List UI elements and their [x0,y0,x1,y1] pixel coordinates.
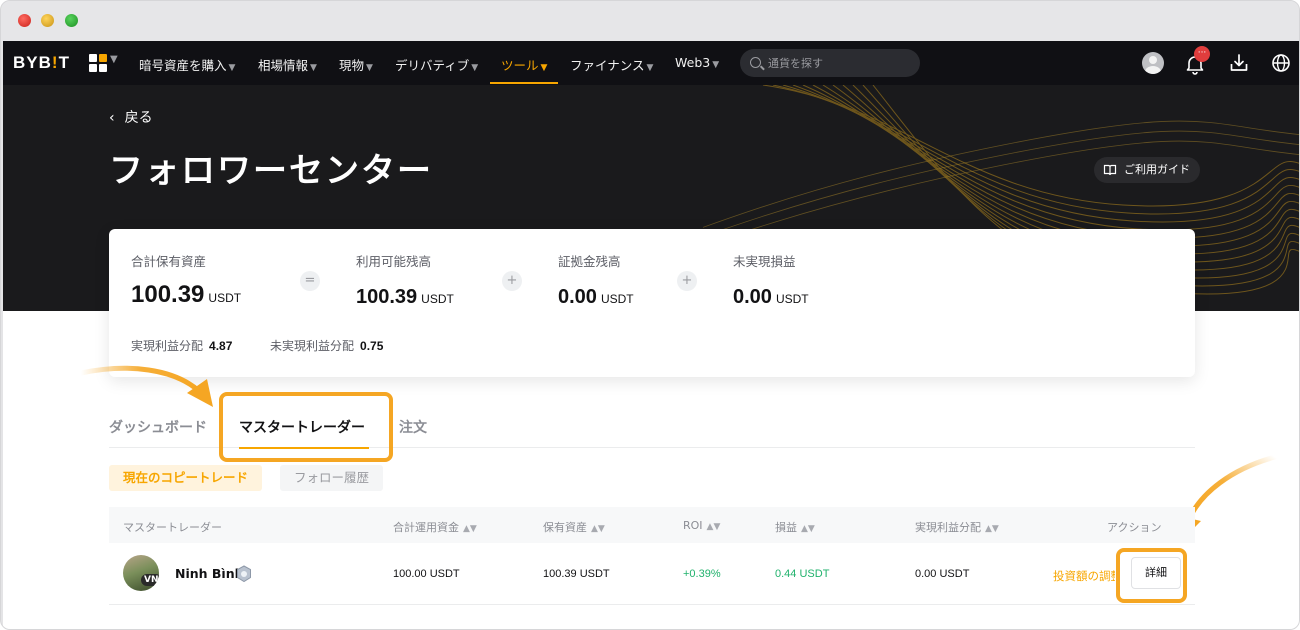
total-invest-cell: 100.00 USDT [393,568,460,580]
sort-icon: ▲▼ [801,524,815,534]
bybit-logo[interactable]: BYB!T [13,53,70,73]
unit-label: USDT [421,292,454,306]
chevron-left-icon: ‹ [109,110,115,126]
equals-icon: = [300,271,320,291]
apps-grid-icon[interactable] [89,54,107,72]
nav-item-label: ファイナンス [570,58,645,73]
globe-icon[interactable] [1270,52,1292,74]
trader-badge-icon [237,565,251,583]
unrealized-pnl-amount: 0.00 [733,286,772,308]
highlight-master-traders-tab [219,392,393,462]
search-icon [750,57,761,68]
nav-item-derivatives[interactable]: デリバティブ ▼ [395,55,478,74]
nav-item-label: デリバティブ [395,58,470,73]
sort-icon: ▲▼ [985,524,999,534]
logo-text-end: T [58,53,70,72]
table-row: VN Ninh Bình 100.00 USDT 100.39 USDT +0.… [109,543,1195,605]
column-header-holding[interactable]: 保有資産 ▲▼ [543,519,605,535]
window-titlebar [1,1,1299,41]
search-input[interactable] [768,54,908,72]
sort-icon: ▲▼ [463,524,477,534]
annotation-arrow-tabs [79,365,213,407]
unrealized-pnl-label: 未実現損益 [733,254,796,269]
nav-item-label: ツール [501,58,539,73]
column-header-total-invest[interactable]: 合計運用資金 ▲▼ [393,519,477,535]
notification-badge: ··· [1194,46,1210,62]
trader-name[interactable]: Ninh Bình [175,566,244,581]
available-balance-amount: 100.39 [356,286,418,308]
adjust-investment-link[interactable]: 投資額の調整 [1053,568,1115,584]
margin-balance-amount: 0.00 [558,286,597,308]
available-balance-label: 利用可能残高 [356,254,432,269]
column-header-pnl[interactable]: 損益 ▲▼ [775,519,815,535]
user-guide-button[interactable]: ご利用ガイド [1094,157,1200,183]
margin-balance-value: 0.00 USDT [558,286,634,309]
nav-item-finance[interactable]: ファイナンス ▼ [570,55,653,74]
realized-share-cell: 0.00 USDT [915,568,970,580]
close-window-button[interactable] [18,14,31,27]
coin-search-box[interactable] [740,49,920,77]
country-tag: VN [141,574,159,586]
trader-avatar[interactable]: VN [123,555,159,591]
page-title: フォロワーセンター [109,151,433,191]
nav-item-label: 暗号資産を購入 [139,58,227,73]
logo-accent: ! [51,53,59,72]
margin-balance-label: 証拠金残高 [558,254,621,269]
nav-item-web3[interactable]: Web3 ▼ [675,55,719,70]
pnl-cell: 0.44 USDT [775,568,830,580]
top-nav: BYB!T ▼ 暗号資産を購入 ▼ 相場情報 ▼ 現物 ▼ デリバティブ ▼ ツール ▼ … [3,41,1299,85]
table-header: マスタートレーダー 合計運用資金 ▲▼ 保有資産 ▲▼ ROI ▲▼ 損益 ▲▼ 実現利… [109,507,1195,543]
nav-item-buy-crypto[interactable]: 暗号資産を購入 ▼ [139,55,235,74]
column-header-roi[interactable]: ROI ▲▼ [683,519,720,532]
asset-summary-card: 合計保有資産 100.39 USDT = 利用可能残高 100.39 USDT + … [109,229,1195,377]
subtab-current-copy-trades[interactable]: 現在のコピートレード [109,465,263,491]
active-nav-indicator [490,82,558,84]
nav-item-label: 相場情報 [258,58,309,73]
unrealized-pnl-value: 0.00 USDT [733,286,809,309]
roi-cell: +0.39% [683,568,721,580]
user-guide-label: ご利用ガイド [1124,163,1190,176]
nav-item-spot[interactable]: 現物 ▼ [339,55,373,74]
back-label: 戻る [124,110,153,126]
browser-window: BYB!T ▼ 暗号資産を購入 ▼ 相場情報 ▼ 現物 ▼ デリバティブ ▼ ツール ▼ … [0,0,1300,630]
tab-orders[interactable]: 注文 [399,417,427,437]
realized-profit-share-label: 実現利益分配 [131,339,204,353]
unit-label: USDT [208,291,242,305]
book-icon [1103,164,1117,176]
total-assets-amount: 100.39 [131,281,205,308]
total-assets-value: 100.39 USDT [131,281,241,309]
holding-cell: 100.39 USDT [543,568,610,580]
plus-icon: + [502,271,522,291]
plus-icon: + [677,271,697,291]
sort-icon: ▲▼ [591,524,605,534]
maximize-window-button[interactable] [65,14,78,27]
minimize-window-button[interactable] [41,14,54,27]
back-link[interactable]: ‹ 戻る [109,107,153,127]
tab-dashboard[interactable]: ダッシュボード [109,417,207,437]
column-header-action: アクション [1107,521,1162,534]
highlight-detail-button [1116,548,1187,603]
nav-item-label: Web3 [675,55,711,70]
column-header-realized-share[interactable]: 実現利益分配 ▲▼ [915,519,999,535]
unrealized-profit-share: 未実現利益分配 0.75 [270,337,383,354]
unrealized-profit-share-label: 未実現利益分配 [270,339,355,353]
nav-item-markets[interactable]: 相場情報 ▼ [258,55,317,74]
unit-label: USDT [600,292,634,306]
column-header-trader: マスタートレーダー [123,521,222,534]
chevron-down-icon: ▼ [110,54,118,65]
nav-item-tools[interactable]: ツール ▼ [501,55,547,74]
user-avatar-icon[interactable] [1142,52,1164,74]
available-balance-value: 100.39 USDT [356,286,454,309]
unrealized-profit-share-value: 0.75 [360,339,384,353]
download-icon[interactable] [1228,52,1250,74]
unit-label: USDT [775,292,809,306]
realized-profit-share-value: 4.87 [209,339,233,353]
logo-text: BYB [13,53,52,72]
page-viewport: BYB!T ▼ 暗号資産を購入 ▼ 相場情報 ▼ 現物 ▼ デリバティブ ▼ ツール ▼ … [3,41,1299,629]
nav-item-label: 現物 [339,58,365,73]
subtab-follow-history[interactable]: フォロー履歴 [280,465,384,491]
sort-icon: ▲▼ [706,522,721,532]
realized-profit-share: 実現利益分配 4.87 [131,337,232,354]
total-assets-label: 合計保有資産 [131,254,207,269]
